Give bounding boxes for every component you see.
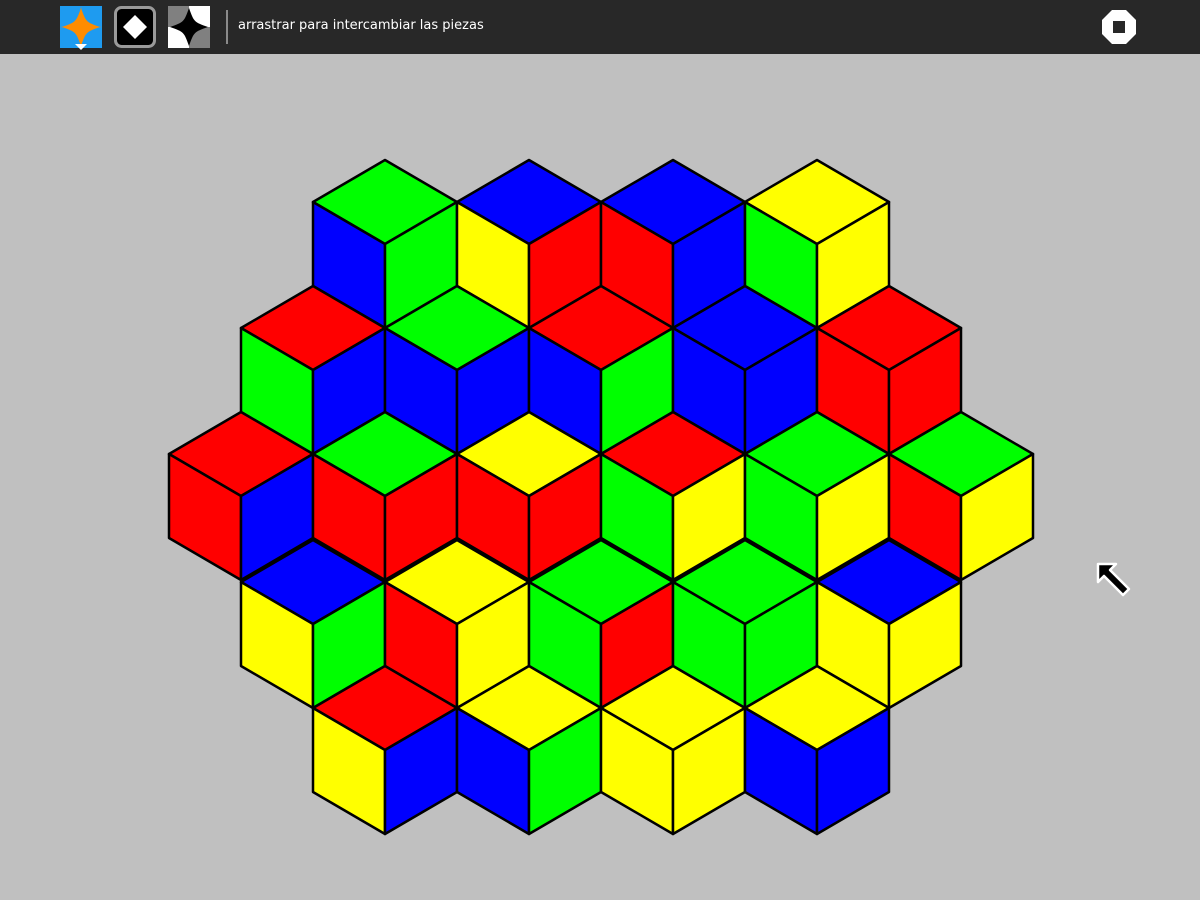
diamond-mode-button[interactable] — [114, 6, 156, 48]
toolbar: arrastrar para intercambiar las piezas — [0, 0, 1200, 54]
color-mode-button[interactable] — [60, 6, 102, 48]
four-color-star-icon — [60, 6, 102, 48]
mouse-pointer-icon — [1096, 562, 1131, 597]
black-white-star-icon — [168, 6, 210, 48]
instruction-text: arrastrar para intercambiar las piezas — [238, 18, 484, 33]
bw-mode-button[interactable] — [168, 6, 210, 48]
toolbar-separator — [226, 10, 228, 44]
active-mode-indicator — [75, 44, 87, 50]
stop-button[interactable] — [1100, 8, 1138, 46]
white-diamond-icon — [114, 6, 156, 48]
stop-icon — [1102, 10, 1136, 44]
puzzle-board[interactable] — [0, 54, 1200, 900]
